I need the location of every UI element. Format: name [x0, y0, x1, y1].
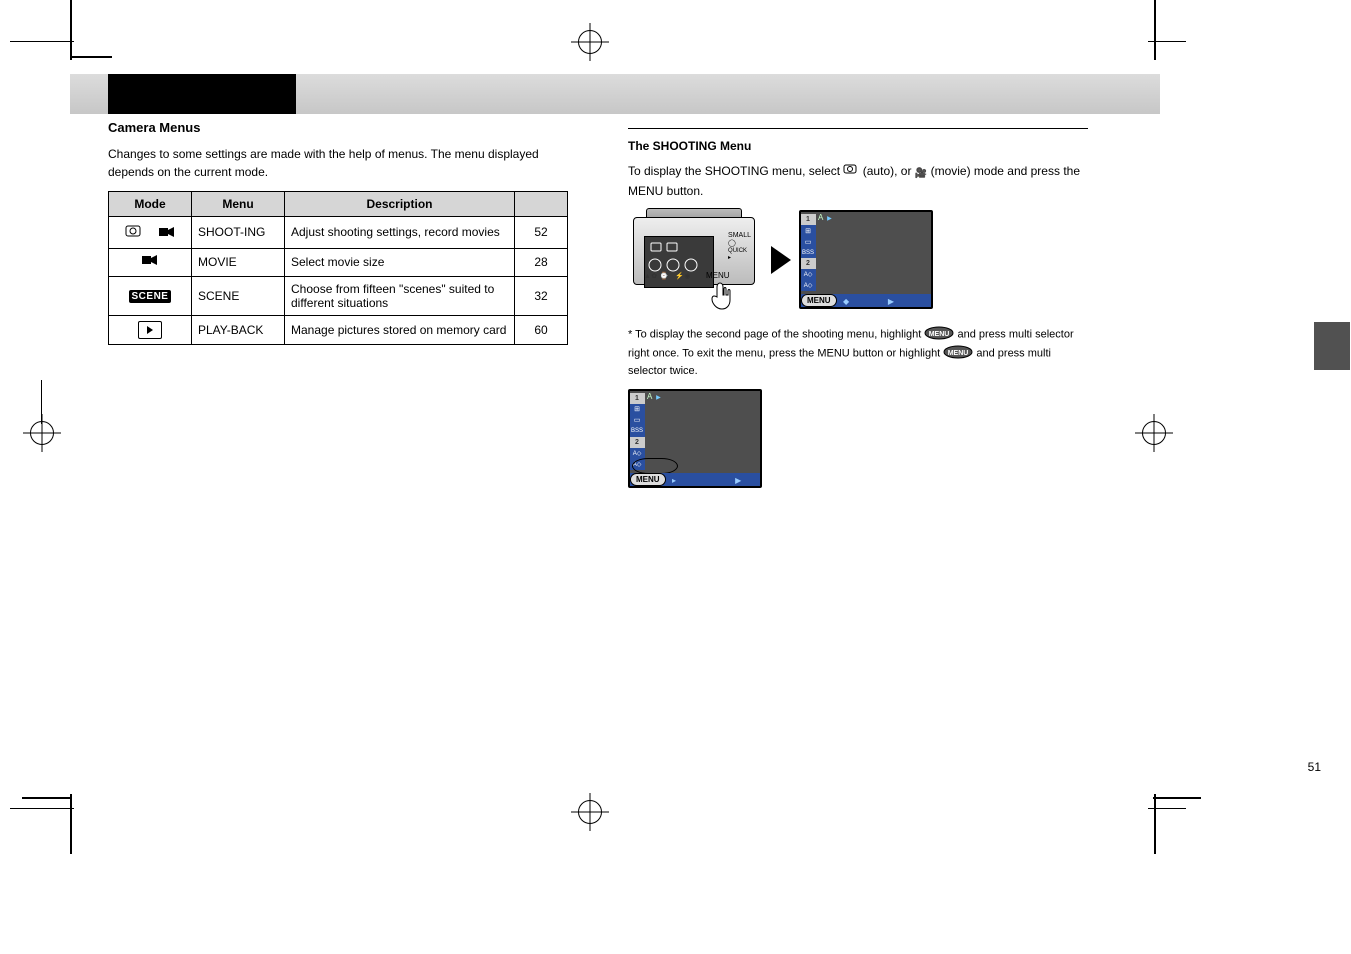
- th-desc: Description: [285, 191, 515, 216]
- svg-text:MENU: MENU: [948, 350, 969, 357]
- table-row: PLAY-BACK Manage pictures stored on memo…: [109, 315, 568, 344]
- lcd-menu-badge: MENU: [630, 473, 666, 486]
- menu-cell: PLAY-BACK: [192, 315, 285, 344]
- desc-cell: Choose from fifteen "scenes" suited to d…: [285, 276, 515, 315]
- arrow-icon: [771, 246, 791, 274]
- scene-mode-icon: SCENE: [129, 290, 172, 303]
- page-cell: 28: [515, 248, 568, 276]
- menu-pill-icon: MENU: [924, 326, 954, 344]
- desc-cell: Adjust shooting settings, record movies: [285, 216, 515, 248]
- camera-rear-illustration: SMALL◯QUICK▸ ▲✿ ⌚ ⚡◉ MENU: [628, 207, 763, 312]
- page-cell: 60: [515, 315, 568, 344]
- illustration-row: SMALL◯QUICK▸ ▲✿ ⌚ ⚡◉ MENU: [628, 207, 1088, 312]
- right-note: * To display the second page of the shoo…: [628, 326, 1088, 380]
- th-page: [515, 191, 568, 216]
- movie-inline-icon: 🎥: [915, 166, 927, 182]
- camera-icon: [124, 222, 154, 240]
- mode-cell: SCENE: [109, 276, 192, 315]
- movie-icon: [158, 226, 176, 240]
- highlight-oval: [632, 458, 678, 474]
- svg-text:MENU: MENU: [929, 331, 950, 338]
- pressing-finger-icon: [708, 281, 732, 311]
- table-row: SCENE SCENE Choose from fifteen "scenes"…: [109, 276, 568, 315]
- th-mode: Mode: [109, 191, 192, 216]
- menu-cell: MOVIE: [192, 248, 285, 276]
- desc-cell: Manage pictures stored on memory card: [285, 315, 515, 344]
- table-row: MOVIE Select movie size 28: [109, 248, 568, 276]
- movie-icon: [141, 254, 159, 268]
- section-title-box: [108, 74, 296, 114]
- menu-cell: SCENE: [192, 276, 285, 315]
- th-menu: Menu: [192, 191, 285, 216]
- lcd-screen-2: A ▶ 1 ⊞ ▭ BSS 2 A◇ A◇ MENU ▸ ▶: [628, 389, 762, 488]
- lcd-menu-badge: MENU: [801, 294, 837, 307]
- menu-pill-icon: MENU: [943, 345, 973, 363]
- desc-cell: Select movie size: [285, 248, 515, 276]
- mode-cell: [109, 248, 192, 276]
- right-step1: To display the SHOOTING menu, select (au…: [628, 162, 1088, 201]
- menu-cell: SHOOT-ING: [192, 216, 285, 248]
- left-intro: Changes to some settings are made with t…: [108, 145, 568, 181]
- right-subheading: The SHOOTING Menu: [628, 137, 1088, 156]
- page-cell: 32: [515, 276, 568, 315]
- menu-button-label: MENU: [706, 271, 730, 280]
- playback-mode-icon: [138, 321, 162, 339]
- mode-cell: [109, 315, 192, 344]
- menus-table: Mode Menu Description SHOOT-ING Adjust s…: [108, 191, 568, 345]
- lcd-screen-1: A ▶ 1 ⊞ ▭ BSS 2 A◇ A◇ MENU ◆ ▶: [799, 210, 933, 309]
- camera-auto-icon: [843, 163, 859, 175]
- page-cell: 52: [515, 216, 568, 248]
- page-number: 51: [1308, 760, 1321, 774]
- mode-cell: [109, 216, 192, 248]
- table-row: SHOOT-ING Adjust shooting settings, reco…: [109, 216, 568, 248]
- thumb-tab: [1314, 322, 1350, 370]
- left-heading: Camera Menus: [108, 120, 568, 137]
